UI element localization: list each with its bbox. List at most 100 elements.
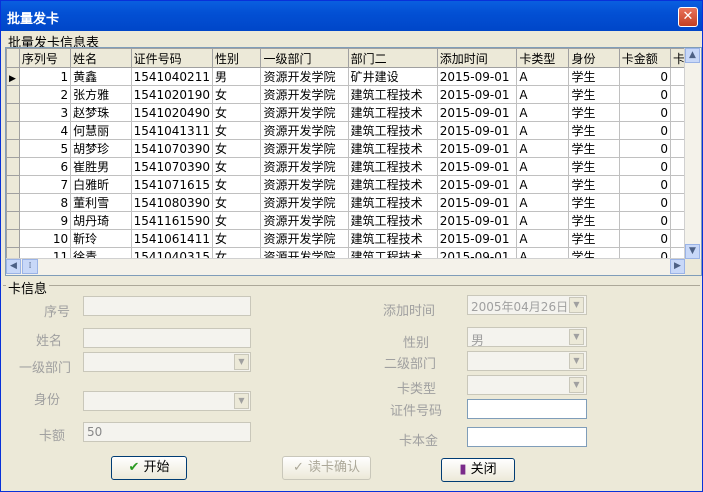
table-cell[interactable]: 资源开发学院	[260, 67, 349, 86]
horizontal-scrollbar[interactable]: ◀ ⁞ ▶	[6, 258, 685, 275]
table-cell[interactable]: 1541061411	[130, 229, 213, 248]
table-row[interactable]: 2 张方雅 15410201​90 女资源开发学院 建筑工程技术 2015-09-01 A 学…	[6, 85, 701, 104]
table-cell[interactable]: 0	[618, 157, 672, 176]
table-cell[interactable]: 2015-09-01	[436, 85, 518, 104]
row-indicator[interactable]	[6, 211, 20, 230]
start-button[interactable]: ✔ 开始	[111, 456, 187, 480]
scroll-up-icon[interactable]: ▲	[685, 48, 700, 63]
chevron-down-icon[interactable]: ▼	[569, 297, 584, 313]
table-cell[interactable]: 2015-09-01	[436, 121, 518, 140]
chevron-down-icon[interactable]: ▼	[234, 393, 249, 409]
table-cell[interactable]: 资源开发学院	[260, 121, 349, 140]
chevron-down-icon[interactable]: ▼	[569, 377, 584, 393]
row-indicator[interactable]	[6, 157, 20, 176]
table-cell[interactable]: 学生	[568, 211, 620, 230]
table-cell[interactable]: A	[516, 139, 570, 158]
table-cell[interactable]: A	[516, 157, 570, 176]
table-cell[interactable]: 建筑工程技术	[347, 103, 438, 122]
read-confirm-button[interactable]: ✓ 读卡确认	[282, 456, 371, 480]
table-cell[interactable]: 赵梦珠	[70, 103, 132, 122]
table-cell[interactable]: 15410204​90	[130, 103, 213, 122]
table-cell[interactable]: 建筑工程技术	[347, 193, 438, 212]
table-cell[interactable]: 0	[618, 229, 672, 248]
scroll-right-icon[interactable]: ▶	[670, 259, 685, 274]
row-indicator[interactable]	[6, 175, 20, 194]
scroll-thumb[interactable]: ⁞	[22, 259, 38, 274]
table-cell[interactable]: 2015-09-01	[436, 139, 518, 158]
table-cell[interactable]: 矿井建设	[347, 67, 438, 86]
table-cell[interactable]: 女	[211, 193, 262, 212]
table-cell[interactable]: 学生	[568, 175, 620, 194]
table-cell[interactable]: 6	[18, 157, 72, 176]
table-cell[interactable]: 建筑工程技术	[347, 175, 438, 194]
row-indicator[interactable]	[6, 121, 20, 140]
row-indicator[interactable]	[6, 193, 20, 212]
column-header[interactable]: 卡金额	[618, 48, 672, 68]
scroll-down-icon[interactable]: ▼	[685, 244, 700, 259]
name-field[interactable]	[83, 328, 251, 348]
table-cell[interactable]: 10	[18, 229, 72, 248]
table-cell[interactable]: 资源开发学院	[260, 157, 349, 176]
column-header[interactable]: 部门二	[347, 48, 438, 68]
column-header[interactable]: 姓名	[70, 48, 132, 68]
table-cell[interactable]: 崔胜男	[70, 157, 132, 176]
table-cell[interactable]: A	[516, 211, 570, 230]
table-cell[interactable]: 0	[618, 85, 672, 104]
table-cell[interactable]: 资源开发学院	[260, 193, 349, 212]
table-row[interactable]: 8 董利雪 15410803​90 女资源开发学院 建筑工程技术 2015-09-01 A 学…	[6, 193, 701, 212]
table-cell[interactable]: 15411615​90	[130, 211, 213, 230]
table-cell[interactable]: 女	[211, 157, 262, 176]
table-row[interactable]: ▶ 1 黄鑫 1541040211 男资源开发学院 矿井建设 2015-09-01 A 学生 0	[6, 67, 701, 86]
table-cell[interactable]: 学生	[568, 193, 620, 212]
scroll-left-icon[interactable]: ◀	[6, 259, 21, 274]
close-icon[interactable]: ✕	[678, 7, 698, 27]
table-cell[interactable]: 15410716​15	[130, 175, 213, 194]
table-cell[interactable]: 15410201​90	[130, 85, 213, 104]
table-cell[interactable]: 胡丹琦	[70, 211, 132, 230]
table-row[interactable]: 6 崔胜男 15410703​90 女资源开发学院 建筑工程技术 2015-09-01 A 学…	[6, 157, 701, 176]
table-cell[interactable]: 2015-09-01	[436, 157, 518, 176]
table-cell[interactable]: 资源开发学院	[260, 139, 349, 158]
table-cell[interactable]: 建筑工程技术	[347, 121, 438, 140]
table-cell[interactable]: 2015-09-01	[436, 67, 518, 86]
table-cell[interactable]: 女	[211, 139, 262, 158]
table-row[interactable]: 9 胡丹琦 15411615​90 女资源开发学院 建筑工程技术 2015-09-01 A 学…	[6, 211, 701, 230]
column-header[interactable]: 证件号码	[130, 48, 213, 68]
table-cell[interactable]: 2015-09-01	[436, 193, 518, 212]
row-indicator[interactable]	[6, 103, 20, 122]
close-button[interactable]: ▮ 关闭	[441, 458, 515, 482]
table-cell[interactable]: 女	[211, 103, 262, 122]
table-cell[interactable]: 0	[618, 193, 672, 212]
column-header[interactable]: 序列号	[18, 48, 72, 68]
table-cell[interactable]: 1541040211	[130, 67, 213, 86]
table-cell[interactable]: 资源开发学院	[260, 103, 349, 122]
table-cell[interactable]: 董利雪	[70, 193, 132, 212]
table-cell[interactable]: 靳玲	[70, 229, 132, 248]
table-cell[interactable]: 建筑工程技术	[347, 139, 438, 158]
table-cell[interactable]: 2015-09-01	[436, 211, 518, 230]
table-row[interactable]: 3 赵梦珠 15410204​90 女资源开发学院 建筑工程技术 2015-09-01 A 学…	[6, 103, 701, 122]
table-cell[interactable]: 资源开发学院	[260, 211, 349, 230]
table-cell[interactable]: 学生	[568, 103, 620, 122]
row-indicator[interactable]	[6, 139, 20, 158]
table-cell[interactable]: 0	[618, 211, 672, 230]
table-cell[interactable]: 学生	[568, 67, 620, 86]
table-cell[interactable]: 1	[18, 67, 72, 86]
column-header[interactable]: 性别	[211, 48, 262, 68]
table-row[interactable]: 10 靳玲 1541061411 女资源开发学院 建筑工程技术 2015-09-01 A 学生…	[6, 229, 701, 248]
table-cell[interactable]: 学生	[568, 121, 620, 140]
chevron-down-icon[interactable]: ▼	[569, 329, 584, 345]
current-row-arrow-icon[interactable]: ▶	[6, 67, 20, 86]
table-cell[interactable]: 男	[211, 67, 262, 86]
table-cell[interactable]: 7	[18, 175, 72, 194]
table-cell[interactable]: 1541041311	[130, 121, 213, 140]
table-cell[interactable]: 何慧丽	[70, 121, 132, 140]
table-cell[interactable]: 建筑工程技术	[347, 211, 438, 230]
table-cell[interactable]: 学生	[568, 139, 620, 158]
table-cell[interactable]: A	[516, 193, 570, 212]
table-cell[interactable]: 0	[618, 103, 672, 122]
table-cell[interactable]: 资源开发学院	[260, 175, 349, 194]
table-cell[interactable]: 15410803​90	[130, 193, 213, 212]
row-indicator[interactable]	[6, 229, 20, 248]
table-cell[interactable]: 学生	[568, 229, 620, 248]
